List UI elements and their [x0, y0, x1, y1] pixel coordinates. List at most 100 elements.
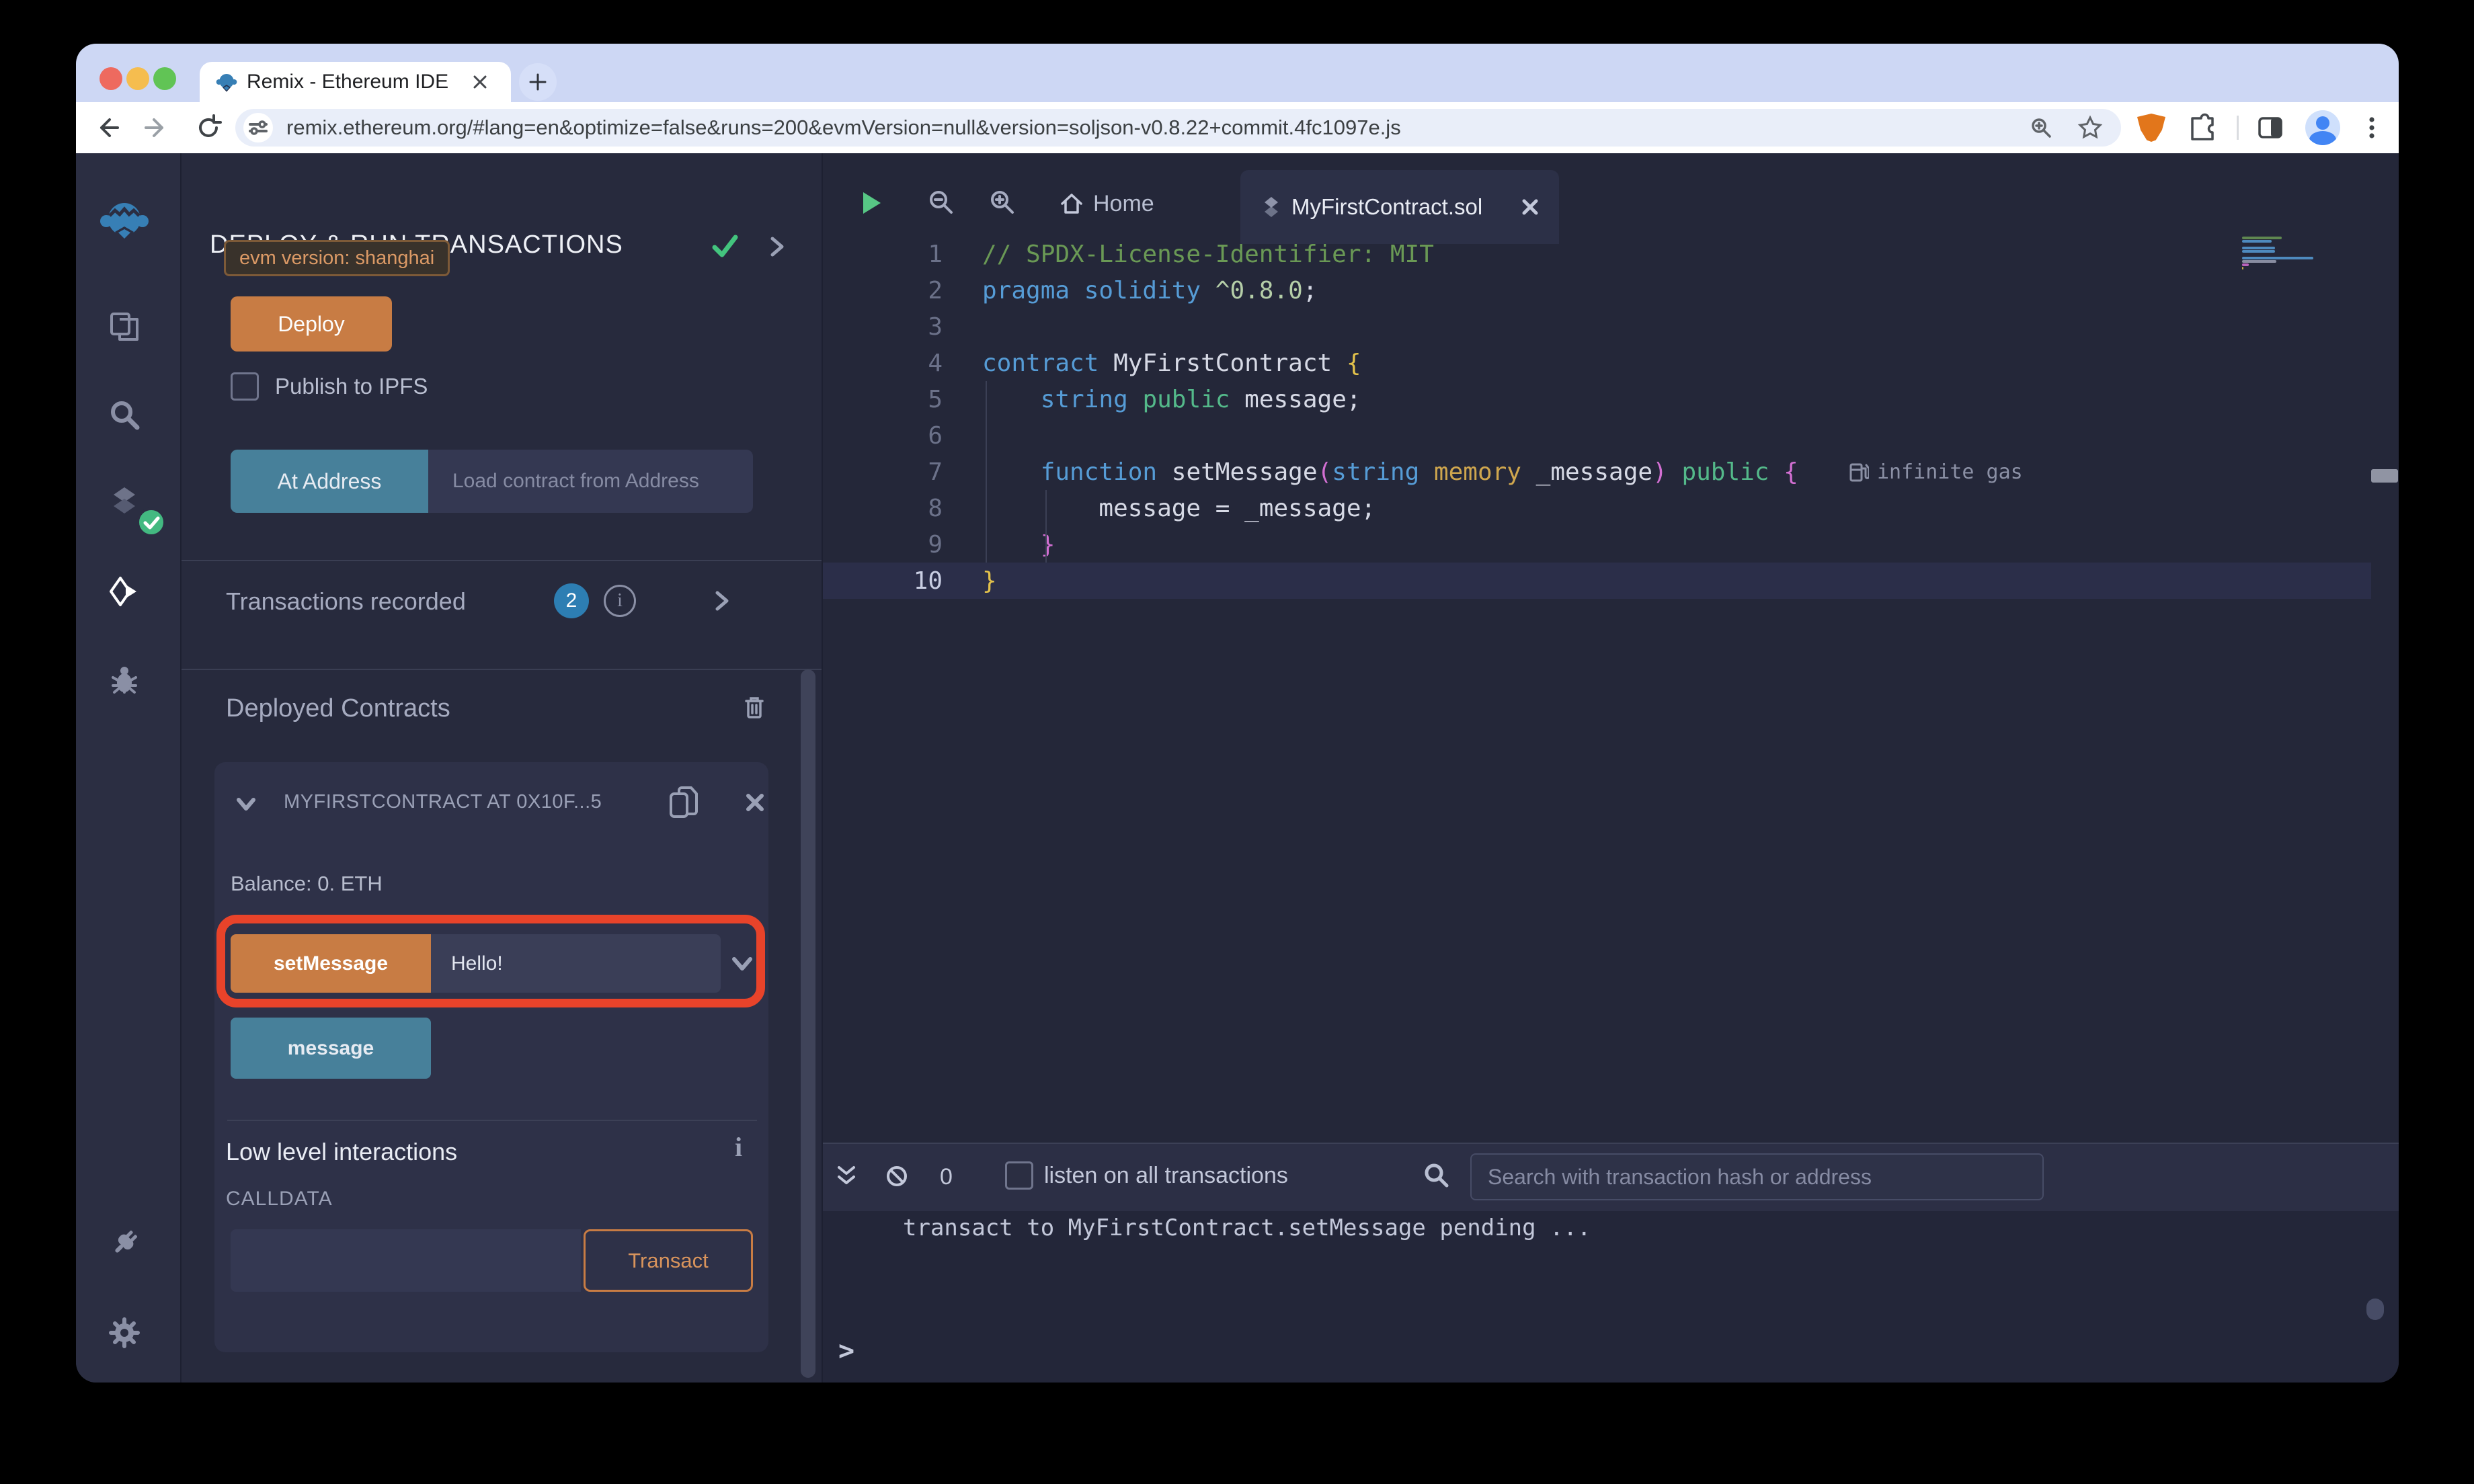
transactions-recorded-label: Transactions recorded	[226, 587, 466, 615]
code-line[interactable]: 1 // SPDX-License-Identifier: MIT	[823, 236, 2371, 272]
calldata-label: CALLDATA	[226, 1188, 333, 1210]
zoom-out-icon[interactable]	[927, 188, 954, 215]
code-line[interactable]: 8 message = _message;	[823, 490, 2371, 526]
url-bar[interactable]: remix.ethereum.org/#lang=en&optimize=fal…	[235, 109, 2121, 147]
code-text: // SPDX-License-Identifier: MIT	[982, 240, 1434, 268]
transact-button[interactable]: Transact	[584, 1229, 753, 1292]
deploy-button[interactable]: Deploy	[231, 296, 392, 352]
expand-params-chevron-icon[interactable]	[729, 951, 755, 977]
plugin-manager-icon[interactable]	[107, 1226, 142, 1261]
debugger-icon[interactable]	[107, 663, 142, 698]
code-line[interactable]: 2 pragma solidity ^0.8.0;	[823, 272, 2371, 308]
minimize-window-button[interactable]	[126, 67, 149, 90]
remix-logo-icon[interactable]	[100, 197, 149, 245]
zoom-in-icon[interactable]	[988, 188, 1015, 215]
browser-tab-title: Remix - Ethereum IDE	[247, 71, 449, 93]
extensions-puzzle-icon[interactable]	[2186, 112, 2217, 143]
side-panel-icon[interactable]	[2255, 112, 2286, 143]
line-number: 6	[928, 421, 943, 450]
at-address-input[interactable]	[428, 450, 753, 513]
back-icon[interactable]	[92, 113, 122, 142]
info-icon[interactable]	[735, 1131, 742, 1163]
line-number: 4	[928, 349, 943, 377]
site-settings-icon[interactable]	[243, 113, 273, 142]
deployed-contracts-title: Deployed Contracts	[226, 694, 450, 723]
line-number: 8	[928, 494, 943, 522]
terminal-scrollbar[interactable]	[2366, 1298, 2384, 1320]
screen: Remix - Ethereum IDE remix.ethereum.org/…	[0, 0, 2474, 1484]
remove-contract-icon[interactable]	[744, 791, 766, 814]
forward-icon[interactable]	[142, 113, 171, 142]
solidity-compiler-icon[interactable]	[107, 484, 142, 519]
close-tab-icon[interactable]	[471, 73, 489, 91]
terminal-log-line: transact to MyFirstContract.setMessage p…	[903, 1214, 1591, 1241]
listen-transactions-checkbox[interactable]	[1005, 1161, 1033, 1190]
expand-terminal-icon[interactable]	[834, 1163, 859, 1189]
deploy-run-icon[interactable]	[107, 574, 142, 609]
terminal-prompt[interactable]: >	[838, 1335, 854, 1366]
code-text: function setMessage(string memory _messa…	[1040, 458, 1798, 486]
code-line[interactable]: 4 contract MyFirstContract {	[823, 345, 2371, 381]
collapse-panel-chevron-icon[interactable]	[764, 235, 789, 259]
bookmark-star-icon[interactable]	[2077, 115, 2103, 140]
tab-home[interactable]: Home	[1093, 189, 1154, 218]
terminal-search-input[interactable]	[1470, 1153, 2044, 1200]
clear-console-icon[interactable]	[884, 1163, 910, 1189]
minimap-line	[2242, 247, 2276, 249]
low-level-title: Low level interactions	[226, 1138, 458, 1165]
gas-annotation: infinite gas	[1849, 454, 2023, 490]
code-line[interactable]: 9 }	[823, 526, 2371, 563]
line-number: 2	[928, 276, 943, 304]
gas-pump-icon	[1849, 460, 1869, 483]
set-message-button[interactable]: setMessage	[231, 934, 431, 993]
file-tab-label: MyFirstContract.sol	[1291, 194, 1483, 219]
close-file-icon[interactable]	[1519, 196, 1542, 218]
browser-menu-icon[interactable]	[2356, 112, 2387, 143]
contract-title[interactable]: MYFIRSTCONTRACT AT 0X10F...5	[284, 791, 602, 813]
run-script-icon[interactable]	[858, 190, 885, 216]
minimap-line	[2242, 237, 2282, 239]
pending-count: 0	[940, 1164, 953, 1190]
reload-icon[interactable]	[194, 113, 223, 142]
close-window-button[interactable]	[99, 67, 122, 90]
code-line[interactable]: 3	[823, 308, 2371, 345]
solidity-file-icon	[1259, 194, 1283, 221]
code-line[interactable]: 6	[823, 417, 2371, 454]
calldata-input[interactable]	[231, 1229, 581, 1292]
copy-address-icon[interactable]	[667, 784, 702, 822]
new-tab-button[interactable]	[519, 63, 557, 101]
editor-scrollbar[interactable]	[2371, 469, 2398, 483]
panel-scrollbar[interactable]	[801, 669, 815, 1378]
divider	[182, 669, 822, 670]
zoom-page-icon[interactable]	[2029, 116, 2053, 140]
minimap-line	[2242, 250, 2276, 253]
gas-annotation-text: infinite gas	[1877, 460, 2023, 484]
transactions-expand-chevron-icon[interactable]	[709, 589, 733, 613]
tab-myfirstcontract[interactable]: MyFirstContract.sol	[1240, 170, 1559, 244]
contract-collapse-chevron-icon[interactable]	[235, 792, 257, 815]
set-message-input[interactable]	[431, 934, 721, 993]
code-text: message = _message;	[982, 494, 1376, 522]
info-icon[interactable]	[604, 585, 636, 617]
indent-guide	[1045, 490, 1047, 563]
code-text: pragma solidity ^0.8.0;	[982, 276, 1318, 304]
terminal-search-icon	[1422, 1161, 1450, 1189]
publish-ipfs-checkbox[interactable]	[231, 372, 259, 401]
code-line[interactable]: 7 function setMessage(string memory _mes…	[823, 454, 2371, 490]
minimap[interactable]	[2242, 237, 2350, 277]
at-address-button[interactable]: At Address	[231, 450, 428, 513]
search-icon[interactable]	[107, 397, 142, 432]
settings-gear-icon[interactable]	[107, 1315, 142, 1350]
home-icon[interactable]	[1058, 190, 1085, 217]
code-line[interactable]: 5 string public message;	[823, 381, 2371, 417]
file-explorer-icon[interactable]	[107, 309, 142, 344]
browser-tab[interactable]: Remix - Ethereum IDE	[200, 62, 511, 102]
code-text: string public message;	[1040, 385, 1361, 413]
metamask-extension-icon[interactable]	[2137, 114, 2165, 142]
trash-icon[interactable]	[740, 693, 769, 723]
profile-avatar[interactable]	[2305, 110, 2340, 145]
code-line[interactable]: 10}	[823, 563, 2371, 599]
code-text: contract MyFirstContract {	[982, 349, 1361, 377]
zoom-window-button[interactable]	[153, 67, 176, 90]
message-button[interactable]: message	[231, 1018, 431, 1079]
